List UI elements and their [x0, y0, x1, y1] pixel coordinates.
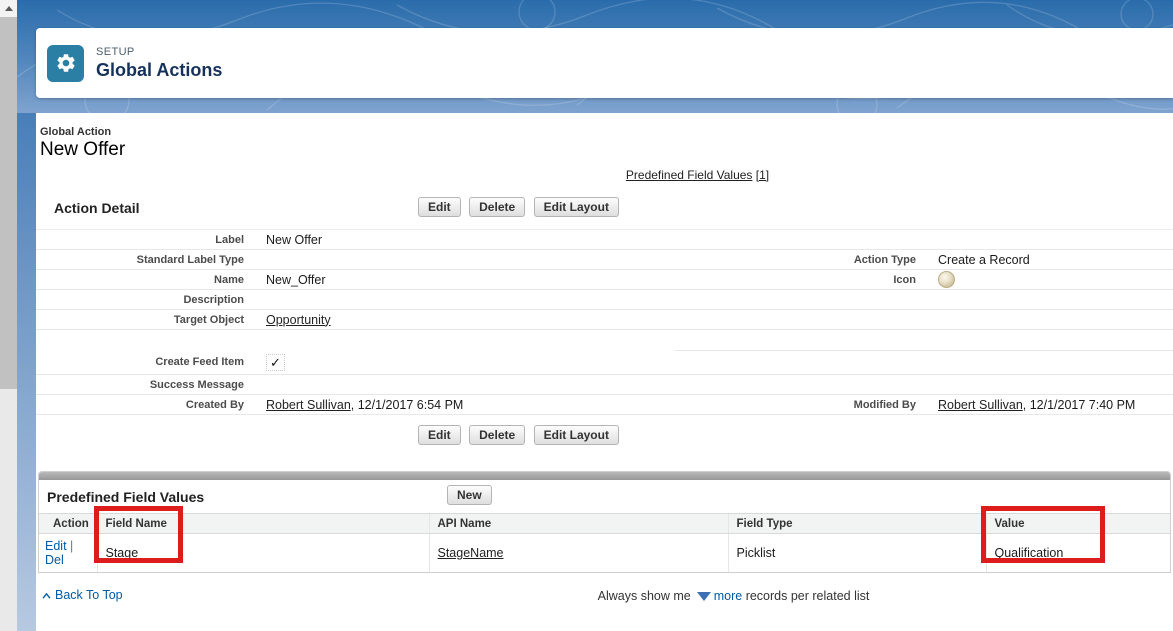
column-header-value: Value	[985, 513, 1170, 534]
row-edit-link[interactable]: Edit	[45, 539, 67, 553]
field-label: Create Feed Item	[36, 350, 264, 375]
cell-value: Qualification	[985, 533, 1170, 572]
predefined-field-values-jump-link[interactable]: Predefined Field Values	[626, 168, 753, 182]
field-value-action-type: Create a Record	[936, 249, 1173, 270]
field-value-standard-label-type	[264, 249, 674, 270]
api-name-link[interactable]: StageName	[438, 546, 504, 560]
field-label: Created By	[36, 394, 264, 415]
edit-layout-button[interactable]: Edit Layout	[533, 425, 619, 445]
modified-by-timestamp: , 12/1/2017 7:40 PM	[1022, 397, 1136, 412]
field-label: Modified By	[674, 394, 936, 415]
field-label	[674, 289, 936, 310]
scroll-up-icon	[4, 6, 13, 11]
cell-field-type: Picklist	[727, 533, 986, 572]
predefined-field-values-section: Predefined Field Values New Action Field…	[38, 471, 1171, 573]
field-label: Success Message	[36, 374, 264, 395]
vertical-scrollbar[interactable]	[0, 0, 17, 631]
setup-gear-tile	[47, 44, 84, 82]
always-show-prefix: Always show me	[597, 589, 691, 603]
detail-row: Name New_Offer Icon	[36, 269, 1173, 290]
field-label	[674, 374, 936, 395]
detail-buttons-top: Edit Delete Edit Layout	[0, 197, 1087, 217]
field-value	[936, 374, 1173, 395]
action-separator: |	[66, 539, 74, 553]
column-header-api-name: API Name	[428, 513, 728, 534]
field-value-label: New Offer	[264, 229, 674, 250]
record-title: New Offer	[40, 139, 126, 160]
field-label: Action Type	[674, 249, 936, 270]
cell-field-name: Stage	[96, 533, 429, 572]
edit-button[interactable]: Edit	[418, 425, 461, 445]
record-type-label: Global Action	[40, 126, 112, 138]
field-label: Icon	[674, 269, 936, 290]
column-header-field-type: Field Type	[727, 513, 986, 534]
gear-icon	[56, 54, 75, 72]
action-detail-table: Label New Offer Standard Label Type Acti…	[36, 229, 1173, 415]
scrollbar-up-button[interactable]	[0, 0, 17, 17]
field-value-success-message	[264, 374, 674, 395]
detail-row: Created By Robert Sullivan, 12/1/2017 6:…	[36, 394, 1173, 415]
field-value-name: New_Offer	[264, 269, 674, 290]
setup-eyebrow: SETUP	[96, 45, 135, 58]
detail-row: Target Object Opportunity	[36, 309, 1173, 330]
delete-button[interactable]: Delete	[469, 197, 526, 217]
target-object-link[interactable]: Opportunity	[266, 313, 331, 327]
field-label	[674, 309, 936, 330]
related-list-title: Predefined Field Values	[47, 489, 205, 505]
action-detail-header: Action Detail Edit Delete Edit Layout	[36, 197, 1173, 221]
action-coin-icon	[938, 271, 955, 288]
records-per-list-control: Always show me more records per related l…	[165, 587, 1173, 603]
field-label: Standard Label Type	[36, 249, 264, 270]
jump-links: Predefined Field Values [1]	[129, 168, 1173, 182]
table-row: Edit | Del Stage StageName Picklist Qual…	[39, 533, 1170, 572]
more-records-link[interactable]: more	[714, 589, 742, 603]
back-to-top-link[interactable]: Back To Top	[42, 588, 123, 602]
new-button[interactable]: New	[447, 485, 492, 505]
created-by-user-link[interactable]: Robert Sullivan	[266, 398, 351, 412]
always-show-suffix: records per related list	[745, 589, 870, 603]
field-label: Name	[36, 269, 264, 290]
column-header-action: Action	[39, 513, 97, 534]
list-footer: Back To Top Always show me more records p…	[36, 587, 1173, 607]
detail-row: Standard Label Type Action Type Create a…	[36, 249, 1173, 270]
field-label: Label	[36, 229, 264, 250]
table-header-row: Action Field Name API Name Field Type Va…	[39, 513, 1170, 534]
field-label	[674, 350, 936, 375]
field-value	[936, 309, 1173, 330]
created-by-timestamp: , 12/1/2017 6:54 PM	[350, 397, 464, 412]
field-label: Description	[36, 289, 264, 310]
related-list-header: Predefined Field Values New	[39, 480, 1170, 513]
triangle-down-icon[interactable]	[696, 592, 711, 601]
field-value-description	[264, 289, 674, 310]
detail-row: Create Feed Item ✓	[36, 350, 1173, 375]
chevron-up-icon	[42, 593, 51, 599]
detail-spacer-row	[36, 329, 1173, 351]
detail-buttons-bottom: Edit Delete Edit Layout	[0, 425, 1087, 445]
predefined-field-values-table: Action Field Name API Name Field Type Va…	[39, 513, 1170, 572]
field-label: Target Object	[36, 309, 264, 330]
row-del-link[interactable]: Del	[45, 553, 64, 567]
delete-button[interactable]: Delete	[469, 425, 526, 445]
edit-layout-button[interactable]: Edit Layout	[533, 197, 619, 217]
edit-button[interactable]: Edit	[418, 197, 461, 217]
column-header-field-name: Field Name	[96, 513, 429, 534]
checked-checkbox-icon: ✓	[266, 353, 285, 371]
detail-row: Description	[36, 289, 1173, 310]
page-title: Global Actions	[96, 59, 223, 80]
modified-by-user-link[interactable]: Robert Sullivan	[938, 398, 1023, 412]
setup-header: SETUP Global Actions	[36, 28, 1173, 98]
related-list-top-bar	[39, 472, 1170, 480]
detail-row: Success Message	[36, 374, 1173, 395]
detail-row: Label New Offer	[36, 229, 1173, 250]
scrollbar-thumb[interactable]	[0, 17, 17, 389]
field-value	[936, 289, 1173, 310]
predefined-field-values-count-link[interactable]: [1]	[756, 168, 769, 182]
main-content: Global Action New Offer Predefined Field…	[36, 113, 1173, 631]
field-value	[936, 229, 1173, 250]
field-label	[674, 229, 936, 250]
record-header: Global Action New Offer	[40, 126, 1173, 161]
